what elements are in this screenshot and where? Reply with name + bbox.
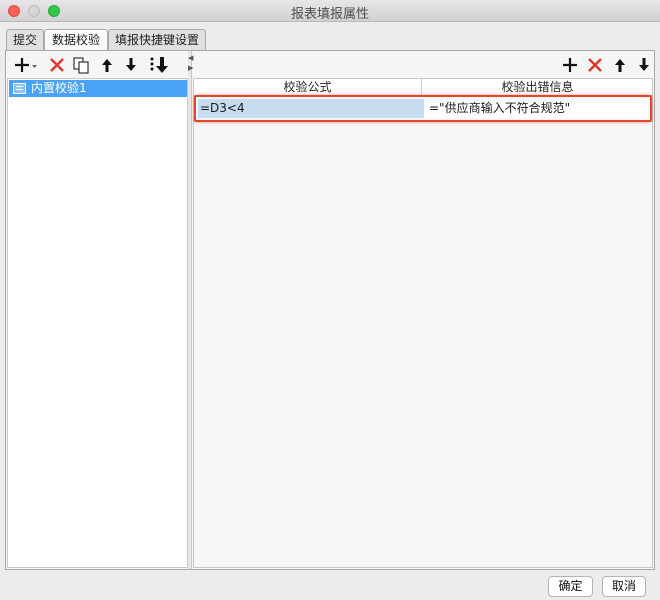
ok-button[interactable]: 确定: [548, 576, 593, 597]
copy-icon: [73, 57, 89, 74]
row-move-down-button[interactable]: [634, 55, 654, 75]
column-header-formula[interactable]: 校验公式: [194, 79, 422, 96]
move-to-bottom-button[interactable]: [147, 55, 171, 75]
panel-splitter[interactable]: ◀ ▶: [188, 51, 193, 569]
title-bar: 报表填报属性: [0, 0, 660, 22]
delete-row-button[interactable]: [585, 55, 605, 75]
left-toolbar: [7, 52, 190, 78]
move-down-icon: [639, 58, 649, 71]
move-up-icon: [615, 59, 625, 72]
delete-icon: [50, 58, 64, 72]
list-item[interactable]: 内置校验1: [9, 80, 187, 97]
collapse-right-arrow-icon[interactable]: ▶: [188, 64, 193, 72]
add-row-button[interactable]: [560, 55, 580, 75]
right-toolbar: [193, 52, 654, 78]
validation-table: 校验公式 校验出错信息 =D3<4 ="供应商输入不符合规范": [193, 78, 653, 568]
validation-list[interactable]: 内置校验1: [7, 78, 188, 568]
column-header-error-message[interactable]: 校验出错信息: [423, 79, 652, 96]
move-up-button[interactable]: [97, 55, 117, 75]
collapse-left-arrow-icon[interactable]: ◀: [188, 54, 193, 62]
add-icon: [563, 58, 577, 72]
delete-icon: [588, 58, 602, 72]
table-header: 校验公式 校验出错信息: [194, 79, 652, 96]
tab-shortcut-settings[interactable]: 填报快捷键设置: [108, 29, 206, 51]
add-dropdown-icon: [15, 58, 37, 72]
tab-data-validation[interactable]: 数据校验: [44, 29, 108, 52]
move-down-icon: [126, 58, 136, 71]
row-highlight-box: [194, 95, 652, 122]
row-move-up-button[interactable]: [610, 55, 630, 75]
add-dropdown-button[interactable]: [13, 55, 39, 75]
copy-validation-button[interactable]: [71, 55, 91, 75]
move-up-icon: [102, 59, 112, 72]
validation-item-icon: [13, 83, 26, 94]
tab-submit[interactable]: 提交: [6, 29, 44, 51]
cancel-button[interactable]: 取消: [602, 576, 646, 597]
validation-panel: 内置校验1 ◀ ▶ 校验公式 校验出错信息 =D3<4 ="供应商输入不符合规范…: [5, 50, 655, 570]
delete-validation-button[interactable]: [47, 55, 67, 75]
window-title: 报表填报属性: [290, 7, 369, 22]
list-item-label: 内置校验1: [31, 81, 87, 95]
move-to-bottom-icon: [150, 57, 168, 73]
move-down-button[interactable]: [121, 55, 141, 75]
